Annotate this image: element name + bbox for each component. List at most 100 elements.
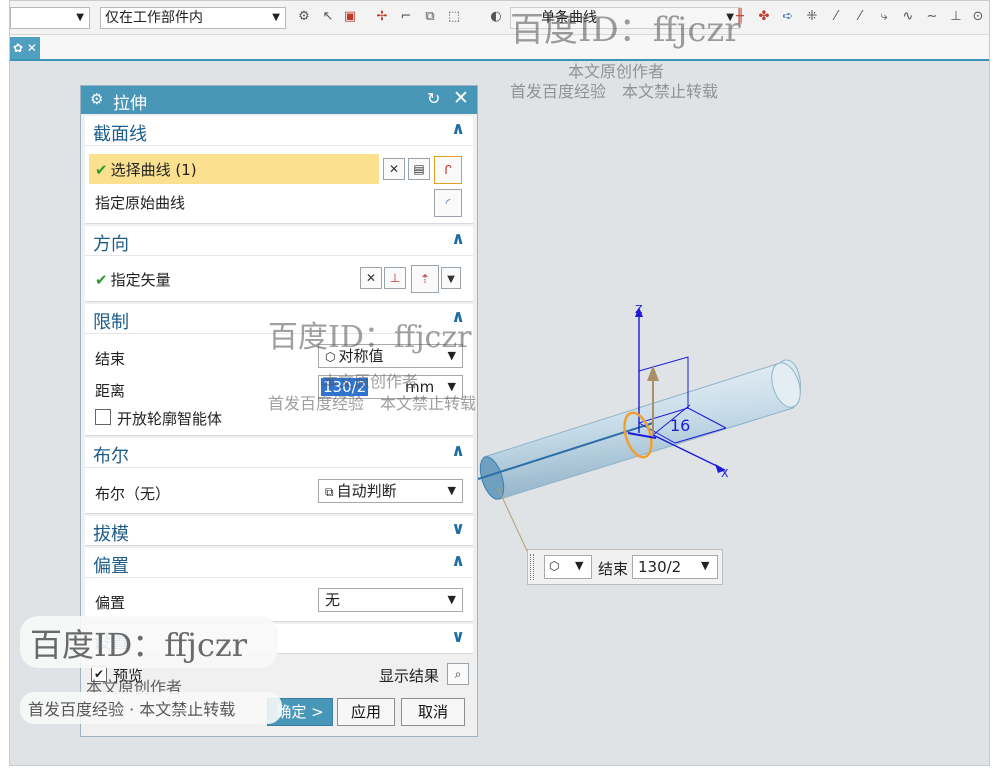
point-icon[interactable]: ✢: [374, 9, 390, 25]
chevron-down-icon: ▼: [447, 484, 456, 497]
watermark-author-mid: 本文原创作者: [322, 372, 419, 391]
draft-group: 拔模 ∨: [85, 516, 473, 546]
chevron-up-icon[interactable]: ∧: [451, 441, 465, 461]
scope-filter-value: 仅在工作部件内: [105, 10, 203, 26]
watermark-publish-top: 首发百度经验 本文禁止转载: [510, 82, 719, 101]
chevron-up-icon[interactable]: ∧: [451, 551, 465, 571]
section-curve-title: 截面线: [93, 124, 147, 145]
watermark-publish-bottom: 首发百度经验 · 本文禁止转载: [28, 700, 236, 719]
chevron-up-icon[interactable]: ∧: [451, 119, 465, 139]
chevron-down-icon: ▼: [447, 593, 456, 606]
boolean-value: 自动判断: [336, 482, 397, 500]
box-select-icon[interactable]: ⬚: [446, 9, 462, 25]
diagonal-icon[interactable]: ⁄: [852, 9, 868, 25]
section-curve-group: 截面线 ∧ ✔ 选择曲线 (1) ✕ ▤ ᒋ 指定原始曲线 ◜: [85, 116, 473, 224]
inferred-vector-icon[interactable]: ⇡: [411, 265, 439, 293]
direction-arrow-icon[interactable]: [647, 365, 659, 381]
show-result-label: 显示结果: [379, 667, 440, 685]
close-icon[interactable]: ✕: [453, 87, 469, 109]
boolean-title: 布尔: [93, 446, 129, 467]
feature-select-icon[interactable]: ▣: [342, 9, 358, 25]
cancel-button[interactable]: 取消: [401, 698, 465, 726]
center-icon[interactable]: ⊙: [970, 9, 986, 25]
origin-curve-icon[interactable]: ◜: [434, 189, 462, 217]
edge-icon[interactable]: ⌐: [398, 9, 414, 25]
offset-header[interactable]: 偏置 ∧: [85, 548, 473, 578]
vector-options-dropdown[interactable]: ▼: [441, 267, 461, 289]
boolean-dropdown[interactable]: ⧉ 自动判断 ▼: [318, 479, 463, 503]
onscreen-end-type-dropdown[interactable]: ⬡ ▼: [544, 555, 592, 579]
draft-header[interactable]: 拔模 ∨: [85, 516, 473, 546]
check-icon: ✔: [95, 271, 108, 289]
gear-icon[interactable]: ⚙: [90, 90, 103, 108]
onscreen-end-value: 130/2: [638, 558, 682, 576]
follow-fillet-icon[interactable]: ➪: [780, 9, 796, 25]
chevron-down-icon: ▼: [575, 559, 584, 572]
direction-header[interactable]: 方向 ∧: [85, 226, 473, 256]
boolean-label: 布尔（无）: [95, 485, 171, 503]
snap-icon[interactable]: ⚙: [296, 9, 312, 25]
vector-dialog-icon[interactable]: ⊥: [384, 267, 406, 289]
x-axis-label: X: [721, 467, 729, 480]
watermark-id-mid: 百度ID：ffjczr: [268, 312, 471, 356]
specify-vector-label: ✔ 指定矢量: [95, 269, 171, 290]
offset-dropdown[interactable]: 无 ▼: [318, 588, 463, 612]
select-icon[interactable]: ↖: [320, 9, 336, 25]
dialog-title: 拉伸: [113, 94, 147, 114]
type-filter-dropdown[interactable]: ▼: [10, 7, 90, 29]
select-curve-text: 选择曲线 (1): [110, 161, 197, 179]
chevron-down-icon: ▼: [701, 559, 710, 572]
chevron-down-icon: ▼: [447, 274, 455, 285]
view-icon[interactable]: ◐: [488, 9, 504, 25]
chevron-down-icon[interactable]: ∨: [451, 519, 465, 539]
offset-label: 偏置: [95, 594, 126, 612]
curve-select-icon[interactable]: ᒋ: [434, 156, 462, 184]
dialog-title-bar[interactable]: ⚙ 拉伸 ↻ ✕: [81, 86, 477, 114]
stop-at-intersection-icon[interactable]: ✤: [756, 9, 772, 25]
section-curve-header[interactable]: 截面线 ∧: [85, 116, 473, 146]
specify-origin-curve-label: 指定原始曲线: [95, 194, 186, 212]
model-view[interactable]: Z X 16: [477, 63, 990, 766]
watermark-id-bottom: 百度ID：ffjczr: [30, 626, 248, 664]
scope-filter-dropdown[interactable]: 仅在工作部件内 ▼: [100, 7, 286, 29]
grip-handle[interactable]: [530, 554, 534, 580]
curve-snap-icon[interactable]: ∼: [924, 9, 940, 25]
distance-label: 距离: [95, 382, 126, 400]
line-icon[interactable]: ⁄: [828, 9, 844, 25]
check-icon: ✔: [95, 161, 108, 179]
boolean-icon: ⧉: [325, 485, 334, 499]
midpoint-icon[interactable]: ∿: [900, 9, 916, 25]
chevron-up-icon[interactable]: ∧: [451, 229, 465, 249]
draft-title: 拔模: [93, 524, 129, 545]
curve-rule-icon[interactable]: ✕: [383, 158, 405, 180]
direction-title: 方向: [93, 234, 129, 255]
face-icon[interactable]: ⧉: [422, 9, 438, 25]
onscreen-end-value-field[interactable]: 130/2 ▼: [632, 555, 718, 579]
offset-title: 偏置: [93, 556, 129, 577]
watermark-id-top: 百度ID：ffjczr: [510, 2, 741, 51]
watermark-id-text: 百度ID：ffjczr: [268, 320, 472, 355]
chevron-down-icon: ▼: [272, 12, 280, 23]
point-snap-icon[interactable]: ⁜: [804, 9, 820, 25]
document-tab[interactable]: ✿ ✕: [10, 37, 40, 59]
watermark-badge-bottom: 百度ID：ffjczr 本文原创作者 首发百度经验 · 本文禁止转载: [20, 612, 282, 730]
cylinder-body[interactable]: [483, 359, 801, 500]
boolean-header[interactable]: 布尔 ∧: [85, 438, 473, 468]
watermark-publish-mid: 首发百度经验 本文禁止转载: [268, 394, 477, 413]
reset-icon[interactable]: ↻: [427, 89, 440, 108]
document-tab-strip: ✿ ✕: [10, 35, 989, 61]
graphics-viewport[interactable]: Z X 16 ⬡ ▼ 结束 130/2 ▼: [477, 63, 990, 766]
boolean-group: 布尔 ∧ 布尔（无） ⧉ 自动判断 ▼: [85, 438, 473, 514]
onscreen-end-label: 结束: [598, 560, 629, 578]
sketch-section-icon[interactable]: ▤: [408, 158, 430, 180]
endpoint-icon[interactable]: ⤷: [876, 9, 892, 25]
open-profile-label: 开放轮廓智能体: [117, 410, 223, 428]
apply-button[interactable]: 应用: [337, 698, 395, 726]
z-axis-label: Z: [635, 303, 643, 316]
onscreen-input-box: ⬡ ▼ 结束 130/2 ▼: [527, 549, 723, 585]
show-result-search-icon[interactable]: ⌕: [447, 663, 469, 685]
reverse-direction-icon[interactable]: ✕: [360, 267, 382, 289]
perpendicular-icon[interactable]: ⊥: [948, 9, 964, 25]
chevron-down-icon[interactable]: ∨: [451, 627, 465, 647]
open-profile-checkbox[interactable]: [95, 409, 111, 425]
